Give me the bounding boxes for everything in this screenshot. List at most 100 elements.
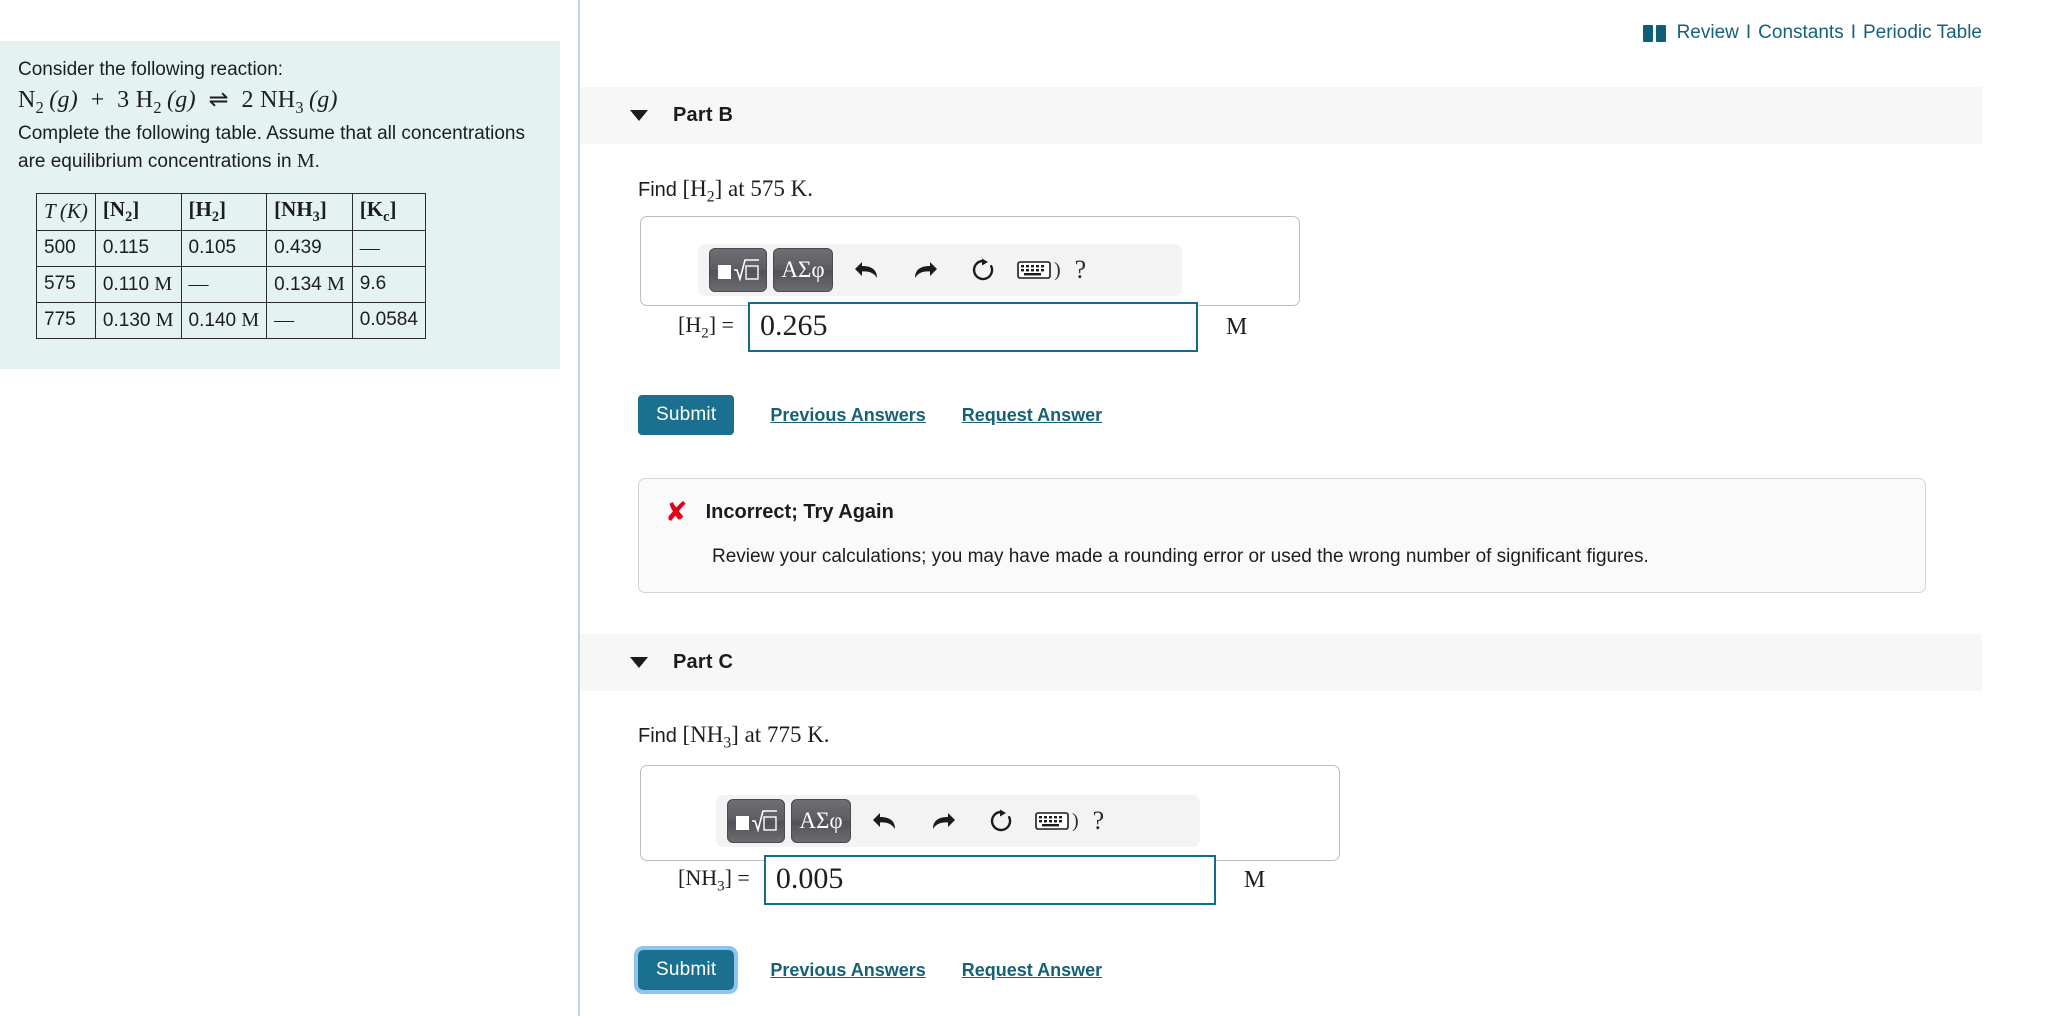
greek-symbols-label: ΑΣφ xyxy=(799,808,843,833)
part-b-actions: Submit Previous Answers Request Answer xyxy=(638,395,1102,435)
molarity-symbol: M xyxy=(296,149,315,172)
eq-equilibrium-arrow: ⇌ xyxy=(202,87,236,114)
table-head: T (K) [N2] [H2] [NH3] [Kc] xyxy=(36,193,426,232)
eq-plus: + xyxy=(84,87,111,114)
sqrt-svg xyxy=(718,259,759,282)
cell-nh3: 0.439 xyxy=(266,230,353,268)
undo-svg xyxy=(873,813,895,829)
part-c-title: Part C xyxy=(673,651,734,673)
col-header-h2: [H2] xyxy=(180,193,268,232)
table-body: 500 0.115 0.105 0.439—575 0.110 M —0.134 M 9.6… xyxy=(36,230,426,340)
table-row: 500 0.115 0.105 0.439— xyxy=(36,230,426,268)
greek-symbols-button[interactable]: ΑΣφ xyxy=(773,248,833,292)
part-b-unit-label: M xyxy=(1225,313,1248,340)
keyboard-svg xyxy=(1017,261,1051,279)
cell-temperature: 500 xyxy=(36,230,96,268)
cell-kc: 0.0584 xyxy=(351,302,426,340)
cell-n2: 0.130 M xyxy=(94,302,182,340)
redo-icon[interactable] xyxy=(903,249,947,291)
part-b-input-label: [H2] = xyxy=(678,311,734,342)
part-b-header[interactable]: Part B xyxy=(580,87,1982,144)
resource-links: Review I Constants I Periodic Table xyxy=(1642,22,1982,44)
part-b-math-toolbar: ΑΣφ) ? xyxy=(698,244,1182,296)
sqrt-template-glyph xyxy=(734,808,778,834)
part-b-previous-answers-link[interactable]: Previous Answers xyxy=(770,405,925,426)
keyboard-icon[interactable]: ) xyxy=(1035,810,1079,833)
part-c-header[interactable]: Part C xyxy=(580,634,1982,691)
undo-icon[interactable] xyxy=(863,800,907,842)
table-row: 575 0.110 M —0.134 M 9.6 xyxy=(36,266,426,304)
part-b-prompt: Find [H2] at 575 K. xyxy=(638,176,813,207)
part-c-prompt: Find [NH3] at 775 K. xyxy=(638,722,830,753)
col-header-temperature: T (K) xyxy=(36,193,96,232)
help-icon[interactable]: ? xyxy=(1075,255,1087,285)
part-c-answer-input[interactable] xyxy=(763,855,1216,905)
cell-h2: 0.140 M xyxy=(180,302,268,340)
eq-reactant-1: N2 (g) xyxy=(18,87,79,118)
caret-down-icon[interactable] xyxy=(630,657,648,668)
part-c-request-answer-link[interactable]: Request Answer xyxy=(962,960,1102,981)
part-c-math-toolbar: ΑΣφ) ? xyxy=(716,795,1200,847)
help-icon[interactable]: ? xyxy=(1093,806,1105,836)
cell-nh3: — xyxy=(266,302,353,340)
part-c-actions: Submit Previous Answers Request Answer xyxy=(633,946,1102,994)
feedback-title: Incorrect; Try Again xyxy=(705,501,894,523)
sqrt-svg xyxy=(736,810,777,833)
feedback-body: Review your calculations; you may have m… xyxy=(712,546,1649,567)
part-c-unit-label: M xyxy=(1243,866,1266,893)
reset-svg xyxy=(972,258,994,281)
x-mark-icon: ✘ xyxy=(665,497,688,528)
part-c-prompt-suffix: at 775 K. xyxy=(738,722,830,747)
reset-icon[interactable] xyxy=(961,249,1005,291)
part-b-prompt-suffix: at 575 K. xyxy=(722,176,813,201)
review-link[interactable]: Review xyxy=(1677,22,1739,44)
table-header-row: T (K) [N2] [H2] [NH3] [Kc] xyxy=(36,193,426,232)
redo-icon[interactable] xyxy=(921,800,965,842)
cell-n2: 0.110 M xyxy=(94,266,182,304)
part-b-feedback: ✘ Incorrect; Try Again Review your calcu… xyxy=(638,478,1926,593)
col-header-nh3: [NH3] xyxy=(266,193,353,232)
equilibrium-table: T (K) [N2] [H2] [NH3] [Kc] 500 0.115 0.105… xyxy=(36,193,426,340)
sqrt-template-icon[interactable] xyxy=(709,248,767,292)
part-c-input-row: [NH3] = M xyxy=(678,855,1265,905)
part-b-answer-input[interactable] xyxy=(747,302,1198,352)
cell-kc: — xyxy=(351,230,426,268)
part-b-submit-button[interactable]: Submit xyxy=(638,395,735,435)
sqrt-template-icon[interactable] xyxy=(727,799,785,843)
problem-intro: Consider the following reaction: xyxy=(18,59,284,80)
link-separator-2: I xyxy=(1850,22,1856,43)
cell-kc: 9.6 xyxy=(351,266,426,304)
part-c-input-label: [NH3] = xyxy=(678,864,750,895)
caret-down-icon[interactable] xyxy=(630,110,648,121)
assignment-panel: Review I Constants I Periodic Table Part… xyxy=(580,0,2064,1016)
reset-icon[interactable] xyxy=(979,800,1023,842)
constants-link[interactable]: Constants xyxy=(1758,22,1844,44)
cell-h2: — xyxy=(180,266,268,304)
eq-reactant-2: 3 H2 (g) xyxy=(117,87,196,118)
reset-svg xyxy=(990,809,1012,832)
periodic-table-link[interactable]: Periodic Table xyxy=(1863,22,1982,44)
link-separator-1: I xyxy=(1745,22,1752,43)
cell-temperature: 775 xyxy=(36,302,96,340)
col-header-n2: [N2] xyxy=(94,193,182,232)
redo-svg xyxy=(915,262,937,278)
table-row: 775 0.130 M 0.140 M —0.0584 xyxy=(36,302,426,340)
greek-symbols-button[interactable]: ΑΣφ xyxy=(791,799,851,843)
cell-temperature: 575 xyxy=(36,266,96,304)
cell-n2: 0.115 xyxy=(94,230,182,268)
keyboard-bracket: ) xyxy=(1054,258,1061,281)
col-header-kc: [Kc] xyxy=(351,193,426,232)
undo-icon[interactable] xyxy=(845,249,889,291)
part-c-prompt-prefix: Find xyxy=(638,725,683,747)
part-c-previous-answers-link[interactable]: Previous Answers xyxy=(770,960,925,981)
part-b-request-answer-link[interactable]: Request Answer xyxy=(962,405,1102,426)
reaction-equation: N2 (g) + 3 H2 (g) ⇌ 2 NH3 (g) xyxy=(18,85,542,118)
book-icon xyxy=(1642,24,1667,42)
keyboard-icon[interactable]: ) xyxy=(1017,259,1061,282)
part-b-prompt-prefix: Find xyxy=(638,179,683,201)
problem-statement: Consider the following reaction: N2 (g) … xyxy=(0,57,560,175)
problem-instruction: Complete the following table. Assume tha… xyxy=(18,123,525,172)
feedback-title-row: ✘ Incorrect; Try Again xyxy=(665,499,1899,526)
part-c-submit-button[interactable]: Submit xyxy=(633,946,739,994)
cell-h2: 0.105 xyxy=(180,230,268,268)
